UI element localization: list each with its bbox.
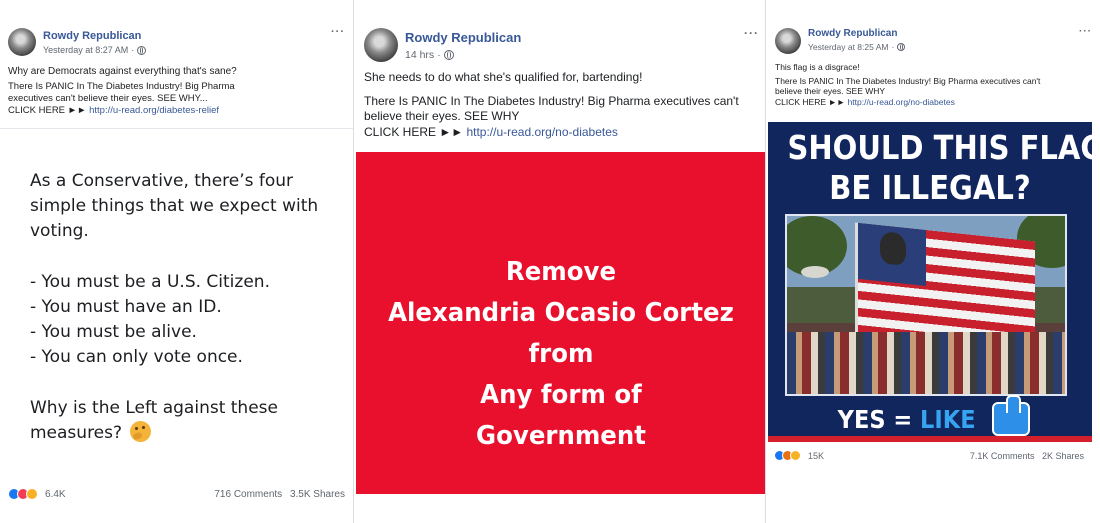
haha-icon [26,488,38,500]
click-here-line: CLICK HERE ►► http://u-read.org/no-diabe… [364,125,739,141]
card-line: Why is the Left against these [30,397,278,418]
external-link[interactable]: http://u-read.org/diabetes-relief [89,105,219,116]
meme-like: LIKE [920,404,976,434]
ad-text-line: There Is PANIC In The Diabetes Industry!… [8,81,235,92]
click-here-label: CLICK HERE ►► [364,124,467,139]
engagement-stats: 7.1K Comments 2K Shares [965,451,1084,461]
frisbee-shape [801,266,829,278]
card-line: - You must be a U.S. Citizen. [30,271,270,292]
red-card-line: Government [476,421,646,451]
card-line [30,371,318,396]
post-caption: Why are Democrats against everything tha… [8,66,237,117]
more-options-icon[interactable]: ··· [744,26,759,40]
facebook-post-voting: Rowdy Republican Yesterday at 8:27 AM · … [0,0,354,523]
shares-count[interactable]: 3.5K Shares [290,489,345,500]
click-here-label: CLICK HERE ►► [8,105,90,116]
post-timestamp[interactable]: Yesterday at 8:27 AM [43,45,128,55]
ad-text-line: believe their eyes. SEE WHY [775,86,886,96]
card-line: - You must have an ID. [30,297,222,317]
card-line-last: measures? [30,421,318,446]
reaction-count: 6.4K [45,488,66,500]
meme-title-line: SHOULD THIS FLAG [787,128,1092,167]
external-link[interactable]: http://u-read.org/no-diabetes [466,125,617,139]
red-stripe [768,436,1092,442]
click-here-line: CLICK HERE ►► http://u-read.org/no-diabe… [775,97,1040,108]
card-line [30,245,318,270]
post-caption: She needs to do what she's qualified for… [364,70,739,140]
card-line: - You must be alive. [30,322,197,343]
card-text: As a Conservative, there’s four simple t… [30,169,318,446]
ad-text-line: There Is PANIC In The Diabetes Industry!… [364,93,739,108]
engagement-stats: 716 Comments 3.5K Shares [209,489,345,500]
page-name-link[interactable]: Rowdy Republican [808,28,905,39]
post-caption: This flag is a disgrace! There Is PANIC … [775,62,1040,107]
caption-question: She needs to do what she's qualified for… [364,70,643,84]
page-avatar[interactable] [364,28,398,62]
red-card-line: Remove [505,257,617,287]
globe-icon [443,50,454,60]
sad-icon [790,450,801,461]
facebook-post-aoc: Rowdy Republican 14 hrs · ··· She needs … [356,0,766,523]
reactions-summary[interactable]: 6.4K [8,488,66,500]
meme-yes-like: YES = LIKE [838,405,976,434]
post-header: Rowdy Republican 14 hrs · [364,28,521,62]
more-options-icon[interactable]: ··· [1079,26,1092,37]
post-timestamp[interactable]: Yesterday at 8:25 AM [808,42,889,52]
caption-question: Why are Democrats against everything tha… [8,66,237,77]
globe-icon [897,43,906,51]
text-post-card: As a Conservative, there’s four simple t… [0,128,353,480]
post-header: Rowdy Republican Yesterday at 8:27 AM · [8,28,147,56]
meme-yes: YES = [838,404,921,434]
globe-icon [137,45,147,55]
post-footer: 6.4K 716 Comments 3.5K Shares [8,488,345,500]
card-line: measures? [30,423,123,443]
card-line: - You can only vote once. [30,347,243,368]
card-line: voting. [30,221,89,242]
ad-text-line: believe their eyes. SEE WHY [364,109,520,123]
comments-count[interactable]: 716 Comments [214,489,282,500]
red-card-line: from [528,339,594,369]
post-meta: 14 hrs · [405,49,521,61]
flag-portrait [880,231,906,266]
reaction-count: 15K [808,450,825,461]
red-card-text: Remove Alexandria Ocasio Cortez from Any… [368,252,753,457]
more-options-icon[interactable]: ··· [331,26,345,38]
thumbs-up-icon [991,395,1030,436]
crowd-flag-photo [785,214,1067,396]
meme-title: SHOULD THIS FLAG BE ILLEGAL? [787,128,1092,208]
page-avatar[interactable] [8,28,36,56]
card-line: As a Conservative, there’s four [30,171,294,191]
ad-text-line: There Is PANIC In The Diabetes Industry!… [775,75,1041,86]
page-name-link[interactable]: Rowdy Republican [43,30,146,42]
click-here-line: CLICK HERE ►► http://u-read.org/diabetes… [8,105,237,117]
post-footer: 15K 7.1K Comments 2K Shares [774,450,1084,461]
post-meta: Yesterday at 8:27 AM · [43,45,147,55]
external-link[interactable]: http://u-read.org/no-diabetes [848,97,955,107]
red-card-line: Alexandria Ocasio Cortez [388,298,734,328]
post-meta: Yesterday at 8:25 AM · [808,42,906,52]
caption-question: This flag is a disgrace! [775,62,860,72]
thinking-face-icon [130,421,152,442]
crowd-shape [787,332,1065,394]
click-here-label: CLICK HERE ►► [775,96,848,107]
post-header: Rowdy Republican Yesterday at 8:25 AM · [775,28,906,54]
ad-text-line: executives can't believe their eyes. SEE… [8,93,208,104]
meme-title-line: BE ILLEGAL? [829,168,1031,207]
page-name-link[interactable]: Rowdy Republican [405,30,521,45]
post-timestamp[interactable]: 14 hrs [405,49,434,61]
facebook-post-flag: Rowdy Republican Yesterday at 8:25 AM · … [768,0,1100,523]
red-image-card[interactable]: Remove Alexandria Ocasio Cortez from Any… [356,152,765,494]
reactions-summary[interactable]: 15K [774,450,824,461]
red-card-line: Any form of [480,380,642,410]
page-avatar[interactable] [775,28,801,54]
comments-count[interactable]: 7.1K Comments [970,451,1035,461]
flag-meme-image[interactable]: SHOULD THIS FLAG BE ILLEGAL? YES = LIKE [768,122,1092,442]
meme-bottom-banner: YES = LIKE [768,395,1092,438]
card-line: simple things that we expect with [30,196,319,217]
shares-count[interactable]: 2K Shares [1042,451,1084,461]
